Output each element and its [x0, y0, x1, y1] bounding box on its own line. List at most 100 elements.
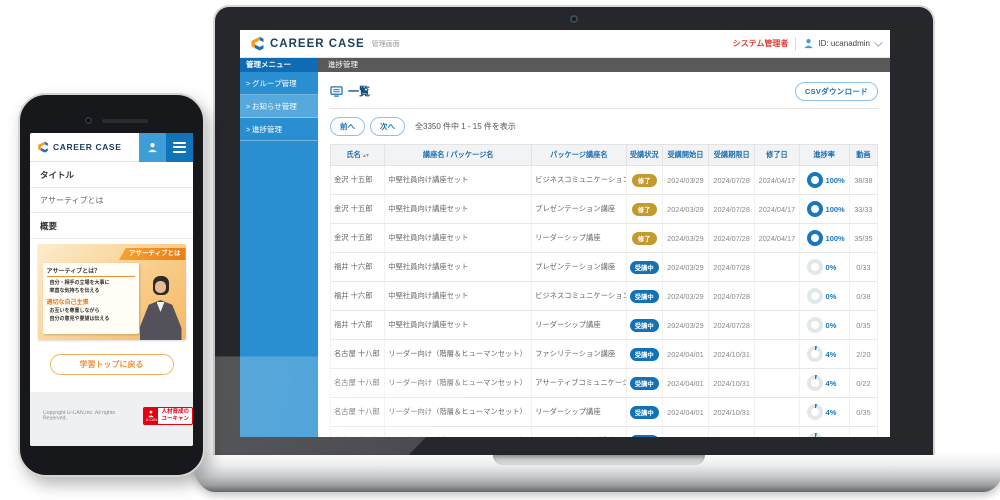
cell-due-date: 2024/07/28 — [709, 166, 755, 195]
cell-start-date: 2024/04/01 — [662, 340, 708, 369]
progress-donut — [807, 433, 823, 437]
cell-videos: 35/35 — [849, 224, 877, 253]
progress-label: 4% — [826, 350, 837, 359]
cell-status: 修了 — [626, 195, 662, 224]
table-row[interactable]: 金沢 十五郎中堅社員向け講座セットプレゼンテーション講座修了2024/03/29… — [331, 195, 878, 224]
progress-label: 100% — [826, 205, 845, 214]
cell-name: 金沢 十五郎 — [331, 195, 385, 224]
table-row[interactable]: 福井 十六郎中堅社員向け講座セットビジネスコミュニケーション講座受講中2024/… — [331, 282, 878, 311]
status-badge: 修了 — [632, 174, 657, 187]
column-header: 受講開始日 — [662, 145, 708, 166]
cell-status: 受講中 — [626, 311, 662, 340]
cell-progress: 0% — [799, 311, 849, 340]
cell-start-date: 2024/03/29 — [662, 224, 708, 253]
column-header: 氏名▴▾ — [331, 145, 385, 166]
sidebar-item-1[interactable]: お知らせ管理 — [240, 95, 318, 118]
csv-download-button[interactable]: CSVダウンロード — [795, 82, 878, 101]
page-title: 一覧 — [330, 83, 370, 99]
progress-donut — [807, 375, 823, 391]
table-row[interactable]: 金沢 十五郎中堅社員向け講座セットビジネスコミュニケーション講座修了2024/0… — [331, 166, 878, 195]
video-slide-panel: アサーティブとは？ 自分・相手の立場を大事に 率直な気持ちを伝える 適切な自己主… — [43, 263, 139, 334]
cell-name: 福井 十六郎 — [331, 311, 385, 340]
cell-course: リーダーシップ講座 — [532, 398, 627, 427]
progress-label: 4% — [826, 379, 837, 388]
table-row[interactable]: 福井 十六郎中堅社員向け講座セットリーダーシップ講座受講中2024/03/292… — [331, 311, 878, 340]
phone-brand-name: CAREER CASE — [53, 142, 121, 152]
cell-due-date: 2024/07/28 — [709, 282, 755, 311]
slide-line: 自分・相手の立場を大事に — [47, 279, 135, 287]
sidebar-title: 管理メニュー — [240, 58, 318, 72]
sidebar-item-0[interactable]: グループ管理 — [240, 72, 318, 95]
account-button[interactable] — [139, 133, 166, 162]
cell-name: 福井 十六郎 — [331, 253, 385, 282]
cell-due-date: 2024/10/31 — [709, 340, 755, 369]
cell-progress: 100% — [799, 195, 849, 224]
ucan-text-line: 人材育成の — [161, 409, 189, 416]
status-badge: 受講中 — [630, 290, 659, 303]
slide-highlight: 適切な自己主張 — [47, 297, 135, 306]
progress-label: 4% — [826, 408, 837, 417]
cell-start-date: 2024/03/29 — [662, 282, 708, 311]
pagination-summary: 全3350 件中 1 - 15 件を表示 — [415, 121, 516, 132]
cell-status: 受講中 — [626, 369, 662, 398]
table-row[interactable]: 金沢 十五郎中堅社員向け講座セットリーダーシップ講座修了2024/03/2920… — [331, 224, 878, 253]
video-thumbnail[interactable]: アサーティブとは アサーティブとは？ 自分・相手の立場を大事に 率直な気持ちを伝… — [38, 244, 186, 340]
status-badge: 修了 — [632, 203, 657, 216]
cell-progress: 100% — [799, 224, 849, 253]
user-menu[interactable]: ID: ucanadmin — [803, 38, 880, 49]
cell-course: ビジネスコミュニケーション講座 — [532, 282, 627, 311]
user-icon — [803, 38, 814, 49]
column-header: 講座名 / パッケージ名 — [385, 145, 532, 166]
brand-name: CAREER CASE — [270, 38, 365, 50]
menu-button[interactable] — [166, 133, 193, 162]
cell-name: 金沢 十五郎 — [331, 224, 385, 253]
progress-donut — [807, 288, 823, 304]
cell-status: 受講中 — [626, 340, 662, 369]
progress-donut — [807, 259, 823, 275]
role-label: システム管理者 — [733, 38, 789, 49]
cell-course: リーダーシップ講座 — [532, 224, 627, 253]
column-header: 進捗率 — [799, 145, 849, 166]
back-to-learning-top-button[interactable]: 学習トップに戻る — [50, 354, 174, 375]
status-badge: 修了 — [632, 232, 657, 245]
cell-progress: 4% — [799, 398, 849, 427]
cell-status: 受講中 — [626, 253, 662, 282]
page: CAREER CASE 管理画面 システム管理者 ID: ucanadmin — [0, 0, 1000, 500]
cell-status: 受講中 — [626, 282, 662, 311]
cell-start-date: 2024/04/01 — [662, 427, 708, 438]
laptop-base — [193, 455, 1000, 492]
cell-completed-date — [755, 369, 799, 398]
prev-page-button[interactable]: 前へ — [330, 117, 365, 136]
hamburger-icon — [173, 142, 186, 153]
cell-package: 中堅社員向け講座セット — [385, 224, 532, 253]
slide-line: 率直な気持ちを伝える — [47, 287, 135, 295]
table-row[interactable]: 福井 十六郎中堅社員向け講座セットプレゼンテーション講座受講中2024/03/2… — [331, 253, 878, 282]
sort-icon[interactable]: ▴▾ — [363, 153, 369, 159]
column-header: 受講期限日 — [709, 145, 755, 166]
cell-videos: 2/20 — [849, 340, 877, 369]
cell-progress: 4% — [799, 369, 849, 398]
progress-donut — [807, 201, 823, 217]
status-badge: 受講中 — [630, 406, 659, 419]
cell-due-date: 2024/10/31 — [709, 398, 755, 427]
lesson-title-value: アサーティブとは — [30, 188, 193, 213]
cell-progress: 4% — [799, 427, 849, 438]
app-logo: CAREER CASE 管理画面 — [250, 36, 400, 51]
progress-donut — [807, 317, 823, 333]
ucan-text-line: ユーキャン — [161, 416, 189, 423]
sidebar-item-2[interactable]: 進捗管理 — [240, 118, 318, 141]
cell-videos: 0/35 — [849, 398, 877, 427]
cell-status: 受講中 — [626, 427, 662, 438]
status-badge: 受講中 — [630, 377, 659, 390]
webcam-icon — [570, 15, 578, 23]
copyright-text: Copyright U-CAN,Inc. All rights Reserved… — [43, 411, 137, 422]
list-icon — [330, 86, 343, 97]
progress-label: 0% — [826, 321, 837, 330]
cell-package: 中堅社員向け講座セット — [385, 166, 532, 195]
phone-speaker — [102, 119, 148, 123]
next-page-button[interactable]: 次へ — [370, 117, 405, 136]
phone-screen: CAREER CASE タイトル — [30, 133, 193, 446]
cell-videos: 0/38 — [849, 282, 877, 311]
cell-course: リーダーシップ講座 — [532, 311, 627, 340]
cell-videos: 0/19 — [849, 427, 877, 438]
